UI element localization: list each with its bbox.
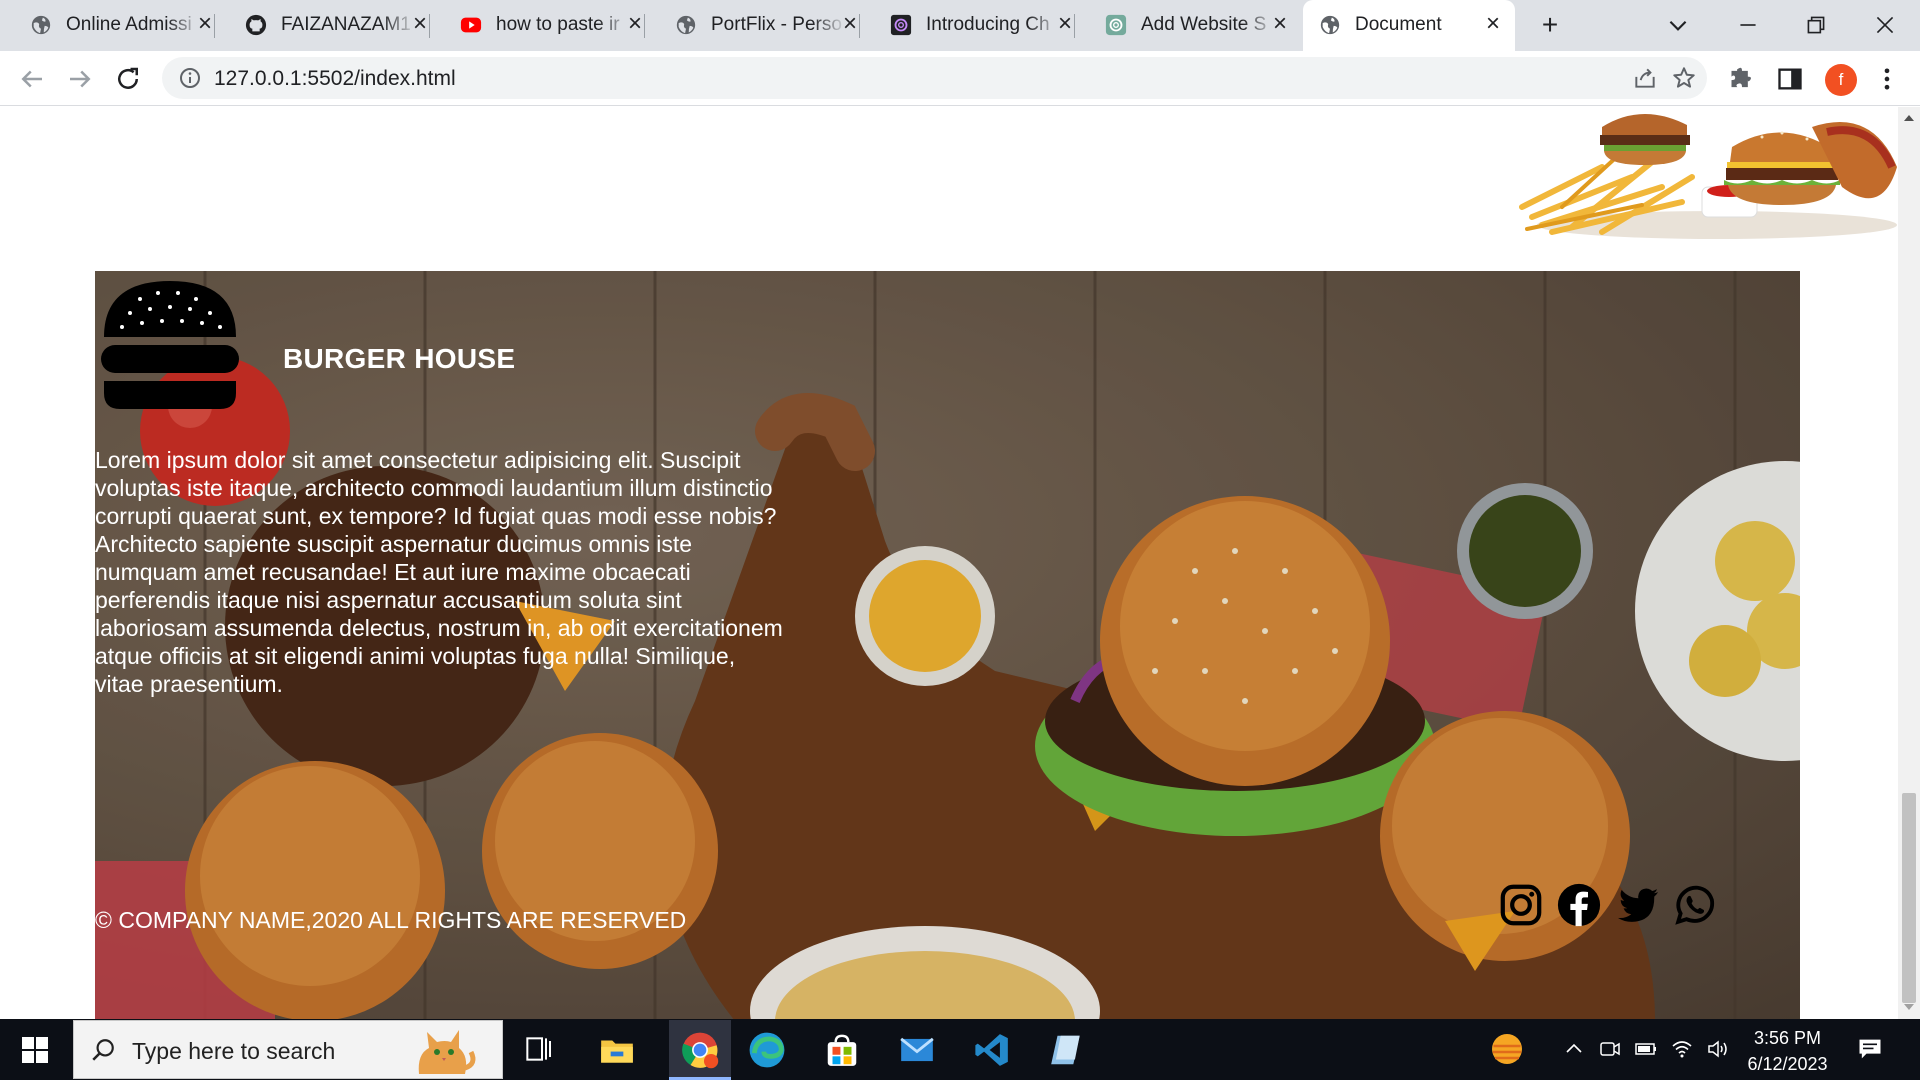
close-tab-icon[interactable]: × bbox=[1481, 12, 1505, 36]
browser-toolbar: 127.0.0.1:5502/index.html f bbox=[0, 51, 1920, 106]
system-clock[interactable]: 3:56 PM 6/12/2023 bbox=[1740, 1025, 1835, 1077]
notes-app-icon[interactable] bbox=[1048, 1031, 1086, 1069]
file-explorer-icon[interactable] bbox=[598, 1031, 636, 1069]
share-icon[interactable] bbox=[1632, 65, 1658, 91]
chrome-icon bbox=[682, 1032, 719, 1069]
openai-icon bbox=[890, 14, 912, 36]
close-window-icon[interactable] bbox=[1872, 12, 1898, 38]
vscode-icon[interactable] bbox=[973, 1031, 1011, 1069]
wifi-icon[interactable] bbox=[1670, 1037, 1694, 1061]
clock-time: 3:56 PM bbox=[1753, 1028, 1822, 1048]
tab-title: Add Website S bbox=[1141, 14, 1267, 35]
tab-youtube[interactable]: how to paste ir × bbox=[430, 0, 645, 51]
burger-logo-icon bbox=[101, 281, 239, 409]
forward-icon[interactable] bbox=[65, 64, 95, 94]
show-hidden-icons-chevron-icon[interactable] bbox=[1562, 1037, 1586, 1061]
copyright-text: © COMPANY NAME,2020 ALL RIGHTS ARE RESER… bbox=[95, 907, 687, 933]
tab-title: Introducing Ch bbox=[926, 14, 1050, 35]
reload-icon[interactable] bbox=[113, 64, 143, 94]
chrome-taskbar-button[interactable] bbox=[669, 1020, 731, 1080]
social-links bbox=[1498, 882, 1718, 928]
browser-tab-strip: Online Admissi × FAIZANAZAM1 × how to pa… bbox=[0, 0, 1920, 51]
new-tab-button[interactable]: + bbox=[1535, 10, 1565, 40]
brand-name: BURGER HOUSE bbox=[283, 343, 516, 374]
windows-start-icon[interactable] bbox=[22, 1037, 48, 1063]
meet-now-icon[interactable] bbox=[1598, 1037, 1622, 1061]
whatsapp-icon[interactable] bbox=[1672, 882, 1718, 928]
twitter-icon[interactable] bbox=[1614, 882, 1660, 928]
tab-github[interactable]: FAIZANAZAM1 × bbox=[215, 0, 430, 51]
tab-title: how to paste ir bbox=[496, 14, 620, 35]
clock-date: 6/12/2023 bbox=[1747, 1054, 1828, 1074]
scroll-up-arrow-icon[interactable] bbox=[1904, 115, 1914, 121]
tab-document[interactable]: Document × bbox=[1303, 0, 1515, 51]
weather-widget-icon[interactable] bbox=[1488, 1031, 1526, 1067]
mail-icon[interactable] bbox=[898, 1031, 936, 1069]
page-viewport: BURGER HOUSE Lorem ipsum dolor sit amet … bbox=[0, 107, 1898, 1019]
scrollbar-thumb[interactable] bbox=[1902, 793, 1916, 1003]
menu-kebab-icon[interactable] bbox=[1873, 65, 1901, 93]
tab-title: FAIZANAZAM1 bbox=[281, 14, 411, 35]
windows-taskbar: Type here to search 3:56 PM 6/12/2023 bbox=[0, 1019, 1920, 1080]
github-icon bbox=[245, 14, 267, 36]
task-view-icon[interactable] bbox=[522, 1033, 554, 1065]
profile-avatar[interactable]: f bbox=[1825, 64, 1857, 96]
tab-add-website[interactable]: Add Website S × bbox=[1075, 0, 1290, 51]
microsoft-store-icon[interactable] bbox=[823, 1031, 861, 1069]
footer-about-text: Lorem ipsum dolor sit amet consectetur a… bbox=[95, 447, 783, 697]
search-icon bbox=[92, 1039, 114, 1061]
instagram-icon[interactable] bbox=[1498, 882, 1544, 928]
restore-icon[interactable] bbox=[1803, 12, 1829, 38]
youtube-icon bbox=[460, 17, 482, 33]
tab-online-admission[interactable]: Online Admissi × bbox=[0, 0, 215, 51]
address-bar[interactable]: 127.0.0.1:5502/index.html bbox=[162, 57, 1707, 99]
tab-search-chevron-icon[interactable] bbox=[1665, 12, 1691, 38]
tab-title: PortFlix - Perso bbox=[711, 14, 842, 35]
search-placeholder: Type here to search bbox=[132, 1038, 336, 1064]
url-text[interactable]: 127.0.0.1:5502/index.html bbox=[214, 67, 456, 91]
tab-portflix[interactable]: PortFlix - Perso × bbox=[645, 0, 860, 51]
tab-introducing-chatgpt[interactable]: Introducing Ch × bbox=[860, 0, 1075, 51]
globe-icon bbox=[1320, 15, 1340, 35]
minimize-icon[interactable] bbox=[1735, 12, 1761, 38]
globe-icon bbox=[676, 15, 696, 35]
burger-fries-image bbox=[1519, 113, 1897, 239]
site-footer: BURGER HOUSE Lorem ipsum dolor sit amet … bbox=[95, 271, 1800, 1019]
bookmark-star-icon[interactable] bbox=[1671, 65, 1697, 91]
notifications-icon[interactable] bbox=[1856, 1035, 1884, 1063]
edge-icon[interactable] bbox=[748, 1031, 786, 1069]
chatgpt-icon bbox=[1105, 14, 1127, 36]
scroll-down-arrow-icon[interactable] bbox=[1904, 1004, 1914, 1010]
page-scrollbar[interactable] bbox=[1898, 107, 1920, 1019]
volume-icon[interactable] bbox=[1706, 1037, 1730, 1061]
taskbar-search-box[interactable]: Type here to search bbox=[73, 1020, 503, 1079]
side-panel-icon[interactable] bbox=[1776, 65, 1804, 93]
site-info-icon[interactable] bbox=[178, 66, 202, 90]
globe-icon bbox=[31, 15, 51, 35]
facebook-icon[interactable] bbox=[1556, 882, 1602, 928]
extensions-icon[interactable] bbox=[1728, 65, 1756, 93]
search-highlight-cat-icon bbox=[418, 1030, 476, 1074]
tab-title: Online Admissi bbox=[66, 14, 192, 35]
close-tab-icon[interactable]: × bbox=[1268, 12, 1292, 36]
battery-icon[interactable] bbox=[1634, 1037, 1658, 1061]
tab-title: Document bbox=[1355, 14, 1442, 35]
back-icon[interactable] bbox=[17, 64, 47, 94]
